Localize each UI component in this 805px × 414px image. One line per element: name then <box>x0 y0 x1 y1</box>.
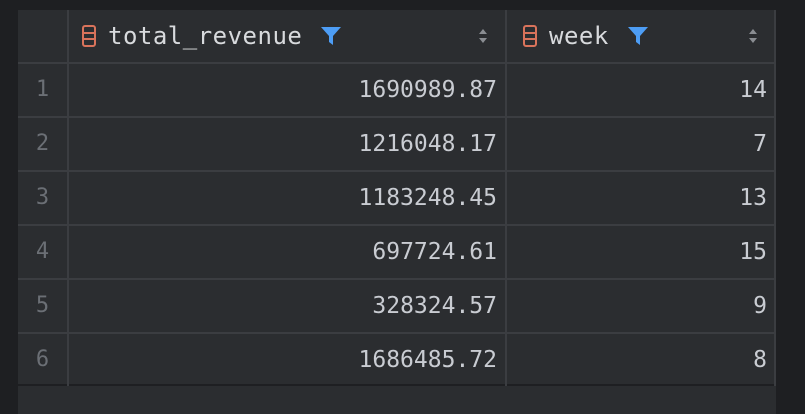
row-number[interactable]: 4 <box>18 226 67 278</box>
column-icon <box>523 25 537 47</box>
column-name-total-revenue: total_revenue <box>108 22 303 50</box>
sort-icon[interactable] <box>477 27 489 45</box>
cell-total-revenue[interactable]: 1686485.72 <box>69 334 497 386</box>
row-number[interactable]: 3 <box>18 172 67 224</box>
cell-week[interactable]: 9 <box>507 280 767 332</box>
cell-week[interactable]: 8 <box>507 334 767 386</box>
cell-total-revenue[interactable]: 1216048.17 <box>69 118 497 170</box>
cell-total-revenue[interactable]: 328324.57 <box>69 280 497 332</box>
grid-divider <box>774 10 776 386</box>
cell-total-revenue[interactable]: 1183248.45 <box>69 172 497 224</box>
column-icon <box>82 25 96 47</box>
sort-icon[interactable] <box>747 27 759 45</box>
cell-week[interactable]: 13 <box>507 172 767 224</box>
filter-icon[interactable] <box>627 25 649 47</box>
row-number[interactable]: 6 <box>18 334 67 386</box>
cell-week[interactable]: 15 <box>507 226 767 278</box>
row-number[interactable]: 5 <box>18 280 67 332</box>
cell-week[interactable]: 14 <box>507 64 767 116</box>
cell-week[interactable]: 7 <box>507 118 767 170</box>
row-number[interactable]: 2 <box>18 118 67 170</box>
grid-empty-area <box>18 386 776 414</box>
column-header-week[interactable]: week <box>523 10 753 62</box>
row-number[interactable]: 1 <box>18 64 67 116</box>
cell-total-revenue[interactable]: 1690989.87 <box>69 64 497 116</box>
result-grid: total_revenue week 1 1690989.87 14 2 121… <box>18 10 776 388</box>
header-row: total_revenue week <box>18 10 776 62</box>
column-header-total-revenue[interactable]: total_revenue <box>82 10 506 62</box>
column-name-week: week <box>549 22 609 50</box>
cell-total-revenue[interactable]: 697724.61 <box>69 226 497 278</box>
filter-icon[interactable] <box>320 25 342 47</box>
